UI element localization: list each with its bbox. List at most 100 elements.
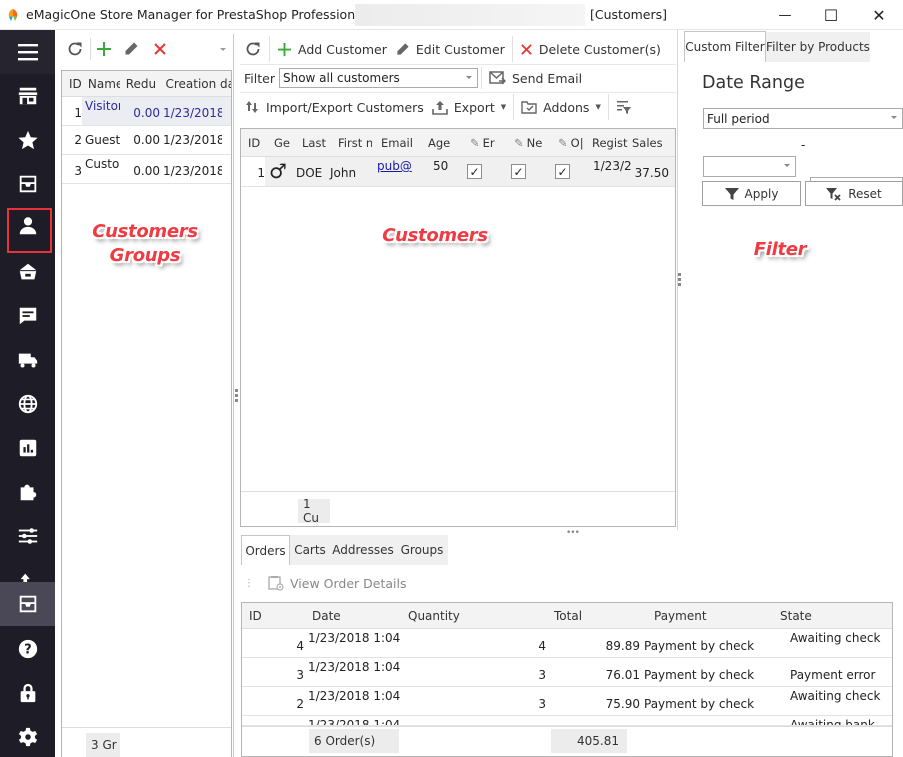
group-row[interactable]: 3 Custo 0.00 1/23/2018	[62, 155, 231, 184]
add-customer-button[interactable]: Add Customer	[273, 37, 391, 61]
clear-filter-icon	[826, 187, 841, 201]
column-header-last-name[interactable]: Last	[290, 136, 326, 150]
column-header-state[interactable]: State	[780, 609, 880, 623]
column-header-email[interactable]: Email	[372, 136, 414, 150]
nav-item-localization[interactable]	[0, 383, 55, 425]
column-header-enabled[interactable]: ✎ Er	[456, 136, 500, 150]
nav-item-settings[interactable]	[0, 716, 55, 757]
order-row[interactable]: 1/23/2018 1:04:22 Awaiting bank	[242, 716, 892, 726]
refresh-customers-button[interactable]	[240, 37, 266, 61]
group-creation-date: 1/23/2018	[163, 133, 222, 147]
customer-row[interactable]: 1 ♂ DOE John pub@ 50 ✓ ✓ ✓ 1/23/20 37.50	[241, 157, 675, 187]
nav-item-store[interactable]	[0, 75, 55, 117]
group-row[interactable]: 1 Visitor 0.00 1/23/2018	[62, 97, 231, 126]
splitter-grip-icon[interactable]	[235, 389, 238, 404]
horizontal-splitter-grip-icon[interactable]: •••	[566, 528, 580, 538]
edit-customer-button[interactable]: Edit Customer	[391, 37, 509, 61]
column-header-id[interactable]: ID	[62, 77, 82, 91]
groups-splitter[interactable]	[233, 34, 234, 757]
minimize-icon: —	[778, 7, 792, 23]
export-dropdown-button[interactable]: Export ▼	[428, 95, 510, 119]
nav-item-products[interactable]	[0, 163, 55, 205]
close-button[interactable]: ✕	[856, 0, 902, 30]
delete-group-button[interactable]	[149, 38, 171, 60]
reset-filter-button[interactable]: Reset	[805, 181, 903, 206]
checkmark-icon: ✓	[555, 164, 570, 179]
column-header-newsletter[interactable]: ✎ Ne	[500, 136, 544, 150]
maximize-button[interactable]: ☐	[808, 0, 854, 30]
nav-item-inventory[interactable]	[0, 582, 55, 626]
order-row[interactable]: 3 1/23/2018 1:04:22 3 76.01 Payment by check…	[242, 658, 892, 687]
nav-item-reports[interactable]	[0, 427, 55, 469]
enabled-checkbox[interactable]: ✓	[457, 157, 501, 186]
minimize-button[interactable]: —	[762, 0, 808, 30]
plus-icon	[277, 42, 292, 56]
column-header-age[interactable]: Age	[414, 136, 456, 150]
nav-item-customers[interactable]	[0, 205, 55, 253]
pencil-icon	[397, 42, 409, 55]
addons-dropdown-button[interactable]: Addons ▼	[517, 95, 605, 119]
refresh-icon	[68, 42, 82, 56]
nav-item-addons[interactable]	[0, 471, 55, 513]
column-header-payment[interactable]: Payment	[634, 609, 780, 623]
column-header-total[interactable]: Total	[550, 609, 634, 623]
filter-toolbar: Filter Show all customers Send Email	[240, 66, 586, 90]
tab-orders[interactable]: Orders	[241, 535, 290, 565]
date-from-picker[interactable]	[703, 156, 796, 177]
column-header-first-name[interactable]: First n	[326, 136, 372, 150]
delete-customers-button[interactable]: Delete Customer(s)	[516, 37, 665, 61]
annotation-customers-groups: Customers Groups	[92, 221, 198, 266]
newsletter-checkbox[interactable]: ✓	[501, 157, 545, 186]
customer-filter-select[interactable]: Show all customers	[278, 68, 478, 88]
apply-filter-button[interactable]: Apply	[702, 181, 801, 206]
column-header-quantity[interactable]: Quantity	[400, 609, 550, 623]
column-header-id[interactable]: ID	[242, 609, 304, 623]
tab-custom-filter[interactable]: Custom Filter	[684, 31, 766, 62]
column-header-reduction[interactable]: Redu	[120, 77, 160, 91]
nav-item-messages[interactable]	[0, 295, 55, 337]
group-row[interactable]: 2 Guest 0.00 1/23/2018	[62, 126, 231, 155]
nav-item-favorites[interactable]	[0, 119, 55, 161]
add-group-button[interactable]	[93, 38, 115, 60]
nav-item-preferences[interactable]	[0, 515, 55, 557]
view-order-details-button[interactable]: View Order Details	[264, 571, 410, 595]
column-filter-button[interactable]	[612, 95, 636, 119]
order-state: Awaiting check	[790, 689, 881, 703]
order-row[interactable]: 4 1/23/2018 1:04:22 4 89.89 Payment by check…	[242, 629, 892, 658]
toolbar-separator	[90, 38, 91, 60]
column-header-sales[interactable]: Sales	[630, 136, 670, 150]
splitter-grip-icon[interactable]	[678, 273, 681, 288]
nav-item-help[interactable]: ?	[0, 628, 55, 670]
nav-item-security[interactable]	[0, 672, 55, 714]
customer-email-link[interactable]: pub@	[373, 157, 415, 186]
tab-addresses[interactable]: Addresses	[330, 535, 396, 565]
optin-checkbox[interactable]: ✓	[545, 157, 587, 186]
nav-item-orders[interactable]	[0, 251, 55, 293]
edit-group-button[interactable]	[120, 38, 142, 60]
column-header-date[interactable]: Date	[304, 609, 400, 623]
toolbar-overflow-icon[interactable]	[220, 48, 226, 51]
column-header-creation-date[interactable]: Creation da	[159, 77, 231, 91]
menu-toggle-button[interactable]	[0, 30, 55, 74]
orders-grid: ID Date Quantity Total Payment State 4 1/…	[241, 602, 893, 757]
orders-footer-divider	[242, 726, 892, 727]
globe-icon	[18, 394, 37, 414]
order-id	[242, 716, 304, 725]
tab-groups[interactable]: Groups	[396, 535, 448, 565]
column-header-registered[interactable]: Regist	[586, 136, 630, 150]
column-header-name[interactable]: Name	[82, 77, 120, 91]
send-email-button[interactable]: Send Email	[485, 66, 586, 90]
annotation-filter: Filter	[753, 239, 807, 260]
tab-filter-by-products[interactable]: Filter by Products	[766, 32, 870, 62]
toolbar-divider	[240, 64, 676, 65]
refresh-groups-button[interactable]	[64, 38, 86, 60]
tab-carts[interactable]: Carts	[290, 535, 330, 565]
import-export-button[interactable]: Import/Export Customers	[240, 95, 428, 119]
order-row[interactable]: 2 1/23/2018 1:04:22 3 75.90 Payment by check…	[242, 687, 892, 716]
column-header-id[interactable]: ID	[241, 136, 265, 150]
nav-item-shipping[interactable]	[0, 339, 55, 381]
order-id: 2	[296, 697, 304, 711]
column-header-optin[interactable]: ✎ O|	[544, 136, 586, 150]
column-header-gender[interactable]: Ge	[265, 136, 290, 150]
period-select[interactable]: Full period	[703, 108, 903, 129]
